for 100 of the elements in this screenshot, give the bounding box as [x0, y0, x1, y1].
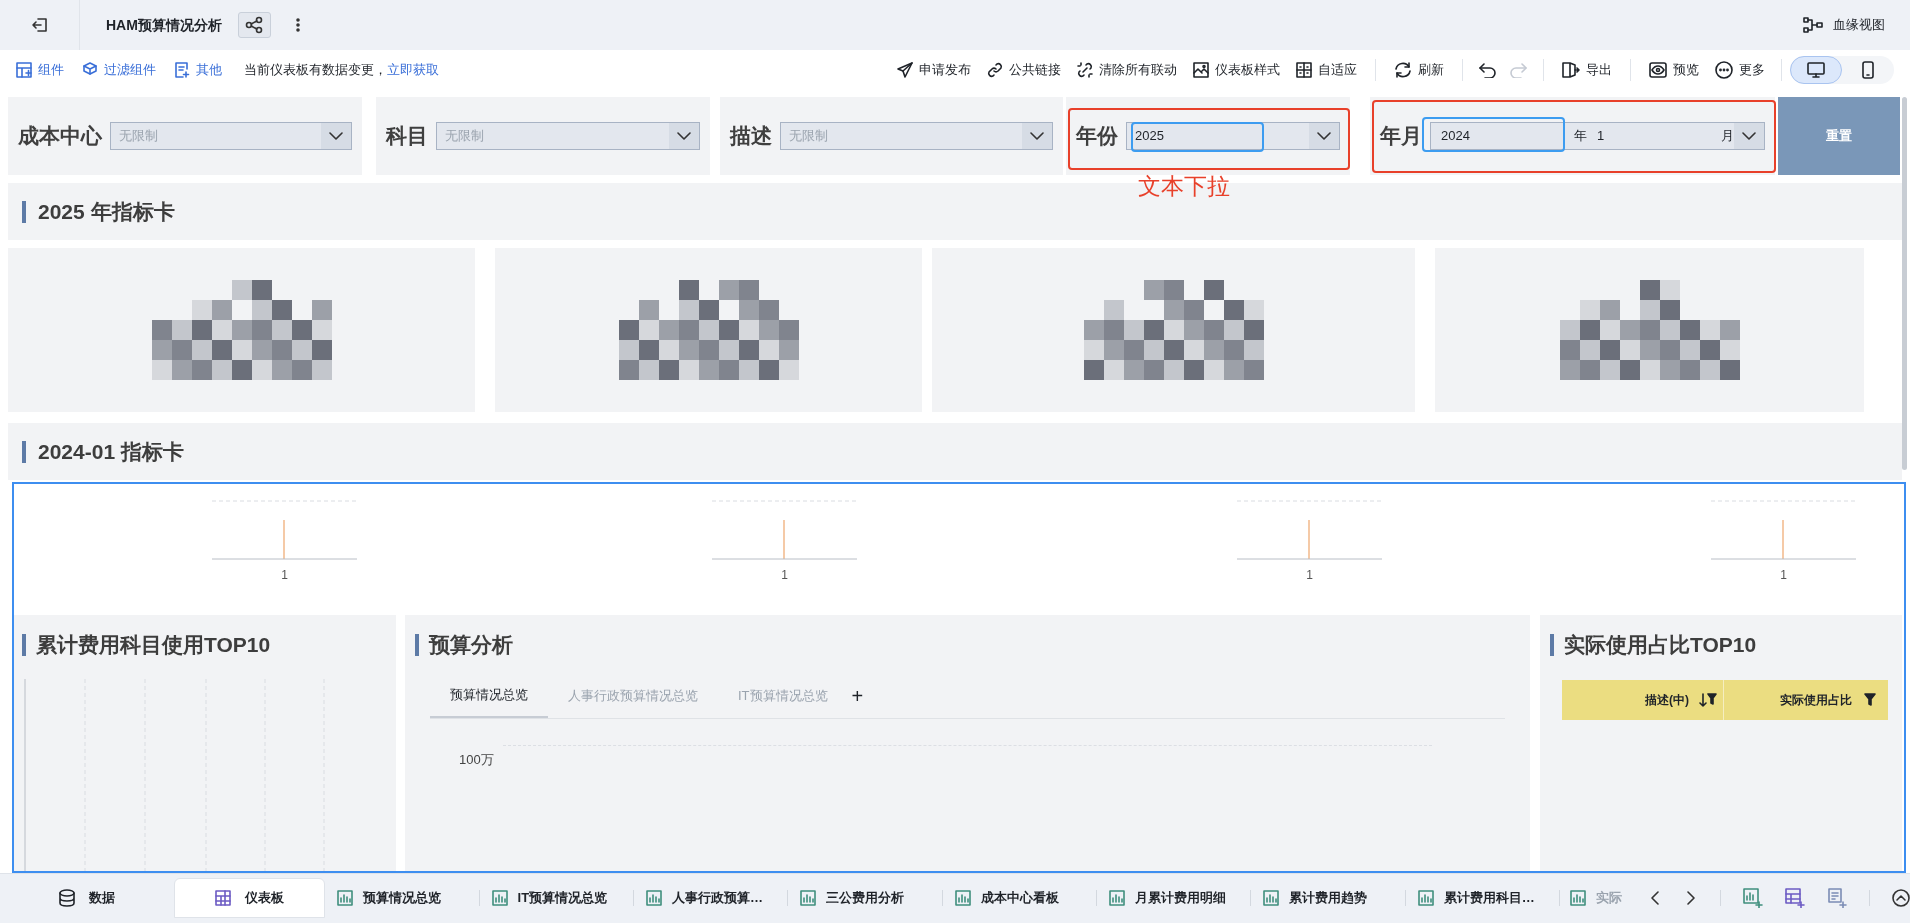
sheet-tab[interactable]: 月累计费用明细 — [1096, 878, 1251, 918]
other-button[interactable]: 其他 — [174, 60, 222, 80]
toolbar-button[interactable]: 更多 — [1707, 60, 1773, 80]
redo-icon — [1509, 62, 1527, 78]
lineage-icon — [1803, 17, 1823, 33]
exit-icon — [30, 16, 49, 34]
refresh-icon — [1394, 61, 1412, 79]
chart-sheet-icon — [491, 890, 508, 906]
chart-sheet-icon — [1570, 890, 1586, 906]
fit-screen-icon — [1296, 62, 1312, 78]
chart-sheet-icon — [1417, 890, 1434, 906]
chevron-down-icon — [329, 132, 343, 140]
column-header[interactable]: 描述(中) — [1562, 679, 1724, 720]
filter-label: 年份 — [1076, 123, 1118, 150]
sort-filter-icon — [1699, 692, 1717, 707]
dashboard-title: HAM预算情况分析 — [106, 15, 222, 35]
toolbar-button[interactable]: 自适应 — [1288, 60, 1365, 80]
unlink-icon — [1077, 62, 1093, 78]
export-icon — [1562, 62, 1580, 78]
toolbar-button[interactable]: 刷新 — [1386, 60, 1452, 80]
panel-title: 累计费用科目使用TOP10 — [36, 632, 271, 658]
chevron-down-icon — [677, 132, 691, 140]
sheet-tab[interactable]: 预算情况总览 — [325, 878, 479, 918]
collapse-icon — [1892, 889, 1910, 907]
component-button[interactable]: 组件 — [16, 60, 64, 80]
scroll-left-button[interactable] — [1648, 891, 1662, 905]
filter-label: 描述 — [730, 123, 772, 150]
chevron-down-icon — [1030, 132, 1044, 140]
sheet-tab[interactable]: 成本中心看板 — [942, 878, 1096, 918]
desktop-icon — [1807, 62, 1825, 78]
preview-icon — [1649, 62, 1667, 78]
tab[interactable]: 预算情况总览 — [430, 674, 548, 718]
chart-sheet-icon — [337, 890, 354, 906]
panel-title: 预算分析 — [429, 632, 513, 658]
sheet-tab[interactable]: 累计费用趋势 — [1251, 878, 1405, 918]
axis-label: 1 — [1306, 567, 1313, 584]
section-title: 2025 年指标卡 — [38, 198, 175, 225]
collapse-button[interactable] — [1892, 889, 1910, 907]
mobile-icon — [1862, 61, 1874, 79]
scrollbar[interactable] — [1902, 97, 1907, 470]
lineage-view-button[interactable]: 血缘视图 — [1803, 15, 1885, 35]
add-dashboard-icon — [1785, 888, 1805, 908]
toolbar-button[interactable]: 清除所有联动 — [1069, 60, 1185, 80]
fetch-now-link[interactable]: 立即获取 — [387, 62, 439, 78]
add-chart-button[interactable] — [1743, 888, 1763, 908]
filter-component-button[interactable]: 过滤组件 — [82, 60, 156, 80]
data-change-notice: 当前仪表板有数据变更，立即获取 — [244, 61, 439, 80]
annotation-text: 文本下拉 — [1138, 175, 1230, 198]
link-icon — [987, 62, 1003, 78]
database-icon — [59, 889, 75, 907]
panel-title: 实际使用占比TOP10 — [1564, 632, 1757, 658]
toolbar-button[interactable]: 导出 — [1554, 60, 1620, 80]
share-button[interactable] — [237, 12, 271, 38]
add-tab-button[interactable]: + — [851, 686, 864, 706]
chevron-down-icon — [1742, 132, 1756, 140]
share-icon — [245, 16, 264, 34]
section-title: 2024-01 指标卡 — [38, 438, 184, 465]
toolbar-button[interactable]: 预览 — [1641, 60, 1707, 80]
desktop-view-button[interactable] — [1790, 56, 1842, 84]
axis-label: 1 — [1780, 567, 1787, 584]
toolbar-button[interactable]: 申请发布 — [889, 60, 979, 80]
filter-icon — [1864, 692, 1876, 707]
column-header[interactable]: 实际使用占比 — [1724, 679, 1888, 720]
sheet-tab[interactable]: 三公费用分析 — [788, 878, 942, 918]
more-icon — [1715, 61, 1733, 79]
year-month-field[interactable]: 2024 年 1 月 — [1430, 122, 1765, 150]
chart-sheet-icon — [800, 890, 817, 906]
toolbar-button[interactable]: 仪表板样式 — [1185, 60, 1288, 80]
chart-sheet-icon — [1263, 890, 1280, 906]
image-frame-icon — [1193, 62, 1209, 78]
chevron-left-icon — [1651, 891, 1659, 905]
sheet-tab[interactable]: 累计费用科目… — [1405, 878, 1559, 918]
sheet-tab[interactable]: 人事行政预算… — [633, 878, 788, 918]
more-vertical-icon — [295, 18, 300, 32]
add-dashboard-button[interactable] — [1785, 888, 1805, 908]
add-page-icon — [174, 62, 190, 78]
chart-sheet-icon — [1108, 890, 1125, 906]
scroll-right-button[interactable] — [1684, 891, 1698, 905]
filter-label: 年月 — [1380, 123, 1422, 150]
chevron-down-icon — [1317, 132, 1331, 140]
filter-component-icon — [82, 62, 98, 78]
select-field[interactable]: 2025 — [1126, 122, 1340, 150]
send-icon — [897, 62, 913, 78]
add-report-icon — [1827, 888, 1847, 908]
axis-label: 1 — [781, 567, 788, 584]
dashboard-tab[interactable]: 仪表板 — [174, 878, 326, 918]
chevron-right-icon — [1687, 891, 1695, 905]
filter-label: 成本中心 — [18, 123, 102, 150]
data-tab[interactable]: 数据 — [0, 878, 174, 918]
toolbar-button[interactable]: 公共链接 — [979, 60, 1069, 80]
sheet-tab[interactable]: IT预算情况总览 — [479, 878, 633, 918]
add-chart-sheet-icon — [1743, 888, 1763, 908]
filter-label: 科目 — [386, 123, 428, 150]
dashboard-icon — [215, 890, 232, 906]
axis-label: 100万 — [459, 750, 494, 769]
add-component-icon — [16, 62, 32, 78]
chart-sheet-icon — [954, 890, 971, 906]
undo-icon — [1479, 62, 1497, 78]
chart-sheet-icon — [645, 890, 662, 906]
axis-label: 1 — [281, 567, 288, 584]
